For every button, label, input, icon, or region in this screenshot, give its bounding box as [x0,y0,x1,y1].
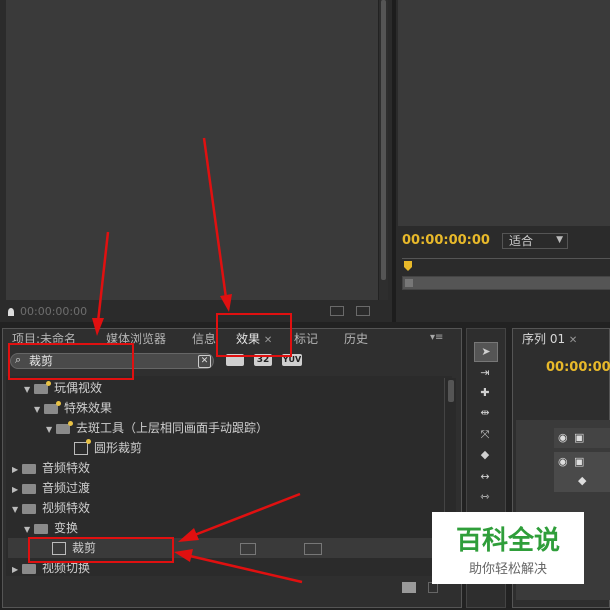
annotation-arrow-head [178,528,199,542]
annotation-arrow-head [220,294,232,312]
annotation-arrow [202,137,228,299]
annotation-arrow [189,554,303,584]
annotation-arrow-head [92,318,104,336]
annotation-arrow [191,492,301,538]
annotation-arrow [96,231,110,323]
annotation-arrows [92,137,303,584]
annotation-arrow-head [174,549,193,562]
